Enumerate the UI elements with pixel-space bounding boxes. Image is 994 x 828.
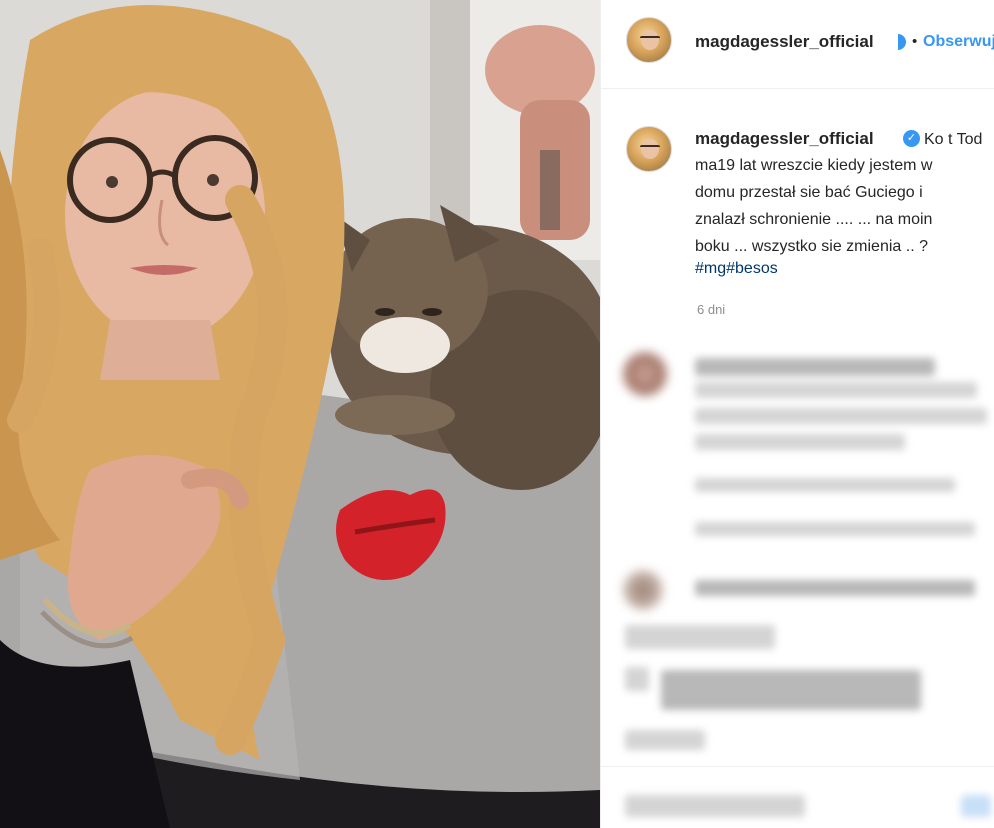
caption-text-line: Ko t Tod <box>924 131 983 148</box>
caption-username[interactable]: magdagessler_official <box>695 129 874 149</box>
caption-avatar[interactable] <box>626 126 672 172</box>
header-username[interactable]: magdagessler_official <box>695 32 874 52</box>
comment-avatar[interactable] <box>623 352 667 396</box>
post-time-ago[interactable]: 6 dni <box>697 302 725 317</box>
caption-hashtags[interactable]: #mg#besos <box>695 259 778 279</box>
header-avatar[interactable] <box>626 17 672 63</box>
photo-illustration <box>0 0 600 828</box>
post-photo <box>0 0 600 828</box>
caption-text-line: znalazł schronienie .... ... na moin <box>695 211 933 228</box>
post-header: magdagessler_official • Obserwuj <box>601 0 994 89</box>
caption-text-line: ma19 lat wreszcie kiedy jestem w <box>695 157 933 174</box>
header-bullet: • <box>912 33 918 50</box>
verified-badge-icon <box>898 34 906 50</box>
caption-text-line: domu przestał sie bać Guciego i <box>695 184 923 201</box>
post-side-panel: magdagessler_official • Obserwuj magdage… <box>600 0 994 828</box>
follow-button[interactable]: Obserwuj <box>923 33 994 51</box>
comment-avatar[interactable] <box>623 570 663 610</box>
verified-badge-icon: ✓ <box>903 130 920 147</box>
comments-divider <box>601 766 994 767</box>
caption-text-line: boku ... wszystko sie zmienia .. ? <box>695 238 928 255</box>
